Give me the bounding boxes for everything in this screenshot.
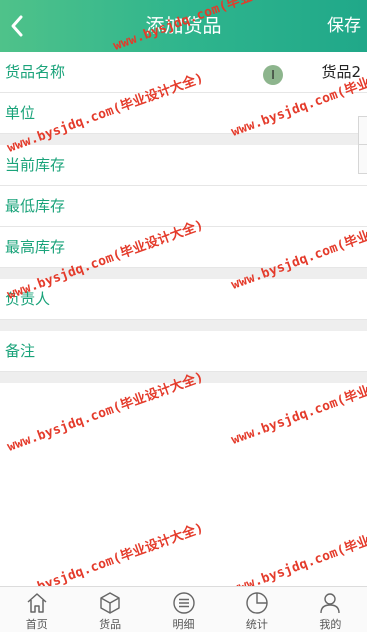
list-icon [172, 592, 195, 614]
owner-label: 负责人 [5, 290, 51, 308]
tab-home[interactable]: 首页 [0, 587, 73, 632]
tab-label: 明细 [172, 618, 195, 631]
remark-field[interactable]: 备注 [0, 331, 367, 372]
tab-label: 我的 [319, 618, 342, 631]
section-divider [0, 372, 367, 383]
min-stock-label: 最低库存 [5, 197, 66, 215]
goods-name-field[interactable]: 货品名称 I 货品2 [0, 52, 367, 93]
current-stock-label: 当前库存 [5, 156, 66, 174]
pie-chart-icon [246, 592, 268, 614]
owner-field[interactable]: 负责人 [0, 279, 367, 320]
tab-label: 货品 [99, 618, 122, 631]
box-icon [100, 592, 120, 614]
side-drawer-handle[interactable] [358, 116, 367, 174]
max-stock-label: 最高库存 [5, 238, 66, 256]
current-stock-field[interactable]: 当前库存 [0, 145, 367, 186]
text-cursor-icon: I [263, 65, 283, 85]
goods-name-label: 货品名称 [5, 63, 66, 81]
section-divider [0, 320, 367, 331]
section-divider [0, 134, 367, 145]
tab-details[interactable]: 明细 [147, 587, 220, 632]
home-icon [27, 593, 47, 613]
goods-form: 货品名称 I 货品2 单位 当前库存 最低库存 最高库存 负责人 备注 [0, 52, 367, 383]
user-icon [320, 593, 341, 614]
max-stock-field[interactable]: 最高库存 [0, 227, 367, 268]
goods-name-input[interactable]: 货品2 [321, 52, 361, 92]
remark-label: 备注 [5, 342, 36, 360]
app-header: 添加货品 保存 [0, 0, 367, 52]
tab-goods[interactable]: 货品 [73, 587, 146, 632]
tab-mine[interactable]: 我的 [294, 587, 367, 632]
tab-label: 统计 [245, 618, 268, 631]
section-divider [0, 268, 367, 279]
tab-stats[interactable]: 统计 [220, 587, 293, 632]
unit-field[interactable]: 单位 [0, 93, 367, 134]
bottom-tab-bar: 首页 货品 明细 统计 我的 [0, 586, 367, 632]
watermark: www.bysjdq.com(毕业设计大全) [229, 512, 367, 598]
page-title: 添加货品 [145, 15, 222, 37]
unit-label: 单位 [5, 104, 36, 122]
min-stock-field[interactable]: 最低库存 [0, 186, 367, 227]
tab-label: 首页 [25, 618, 48, 631]
save-button[interactable]: 保存 [327, 0, 361, 52]
